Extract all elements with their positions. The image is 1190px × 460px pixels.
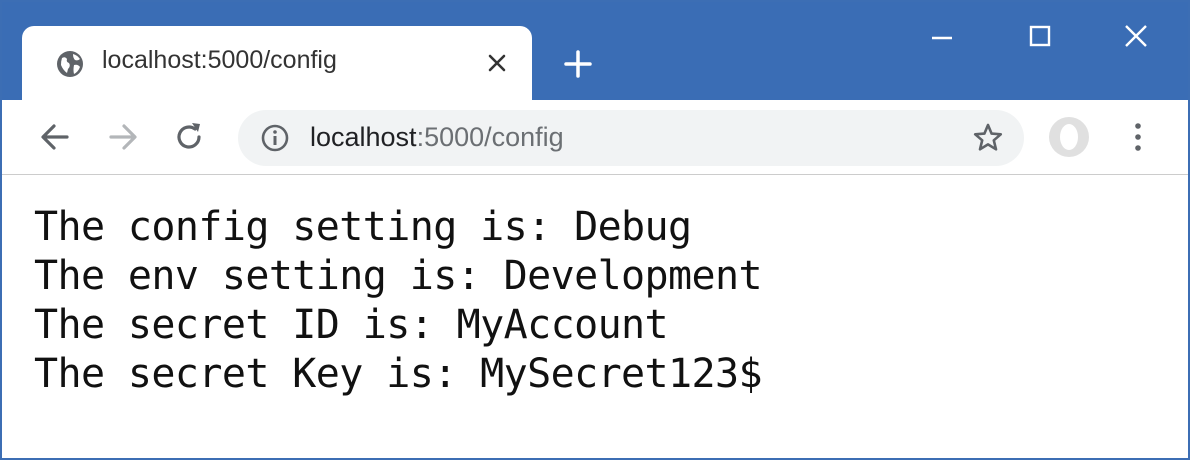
globe-icon bbox=[57, 51, 83, 77]
tab-config[interactable]: localhost:5000/config bbox=[22, 26, 532, 100]
url-text[interactable]: localhost:5000/config bbox=[310, 122, 564, 153]
reload-icon[interactable] bbox=[170, 118, 208, 156]
kebab-menu-icon[interactable] bbox=[1126, 118, 1150, 156]
secret-id-line: The secret ID is: MyAccount bbox=[34, 302, 669, 348]
tab-title: localhost:5000/config bbox=[102, 46, 337, 74]
new-tab-plus-icon[interactable] bbox=[558, 44, 598, 84]
url-path: :5000/config bbox=[416, 122, 564, 152]
window-close-icon[interactable] bbox=[1116, 16, 1156, 56]
back-arrow-icon[interactable] bbox=[36, 118, 74, 156]
page-content: The config setting is: Debug The env set… bbox=[2, 175, 1188, 458]
env-line: The env setting is: Development bbox=[34, 253, 763, 299]
info-icon[interactable] bbox=[260, 123, 290, 153]
maximize-icon[interactable] bbox=[1020, 16, 1060, 56]
address-bar[interactable]: localhost:5000/config bbox=[238, 110, 1024, 166]
tab-close-icon[interactable] bbox=[482, 48, 512, 78]
star-icon[interactable] bbox=[972, 122, 1004, 154]
minimize-icon[interactable] bbox=[922, 16, 962, 56]
browser-toolbar: localhost:5000/config bbox=[2, 100, 1188, 175]
config-line: The config setting is: Debug bbox=[34, 204, 692, 250]
avatar-icon[interactable] bbox=[1048, 116, 1090, 158]
secret-key-line: The secret Key is: MySecret123$ bbox=[34, 351, 763, 397]
url-host: localhost bbox=[310, 122, 417, 152]
title-bar: localhost:5000/config bbox=[2, 2, 1188, 100]
browser-window: localhost:5000/config localhost:5000/con… bbox=[0, 0, 1190, 460]
forward-arrow-icon[interactable] bbox=[104, 118, 142, 156]
